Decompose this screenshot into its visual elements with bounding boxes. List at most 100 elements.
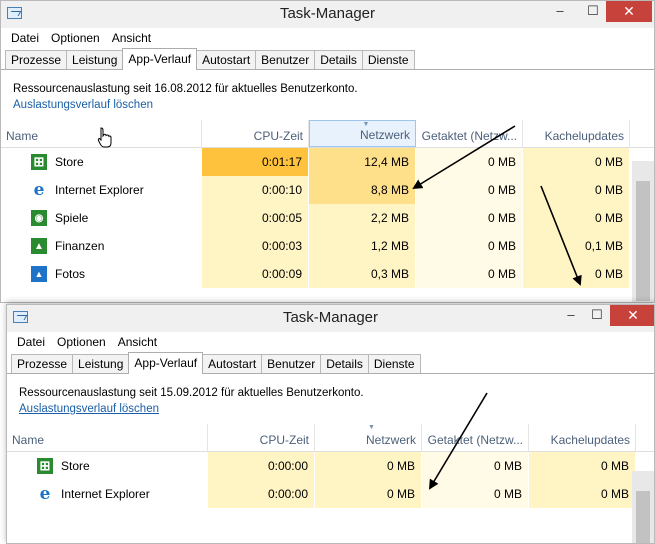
title-bar[interactable]: Task-Manager – ☐ ✕ [1,1,654,28]
cell-network: 8,8 MB [309,176,416,204]
cell-name: e Internet Explorer [1,176,202,204]
column-header-metered[interactable]: Getaktet (Netzw... [422,424,529,451]
column-header-cpu[interactable]: CPU-Zeit [202,120,309,147]
menu-datei[interactable]: Datei [11,332,51,352]
vertical-scrollbar[interactable] [632,161,654,302]
cell-tile-updates: 0 MB [529,480,636,508]
cell-tile-updates: 0 MB [523,148,630,176]
cell-network: 0 MB [315,480,422,508]
table-row[interactable]: ⊞ Store 0:01:17 12,4 MB 0 MB 0 MB [1,148,654,176]
tab-autostart[interactable]: Autostart [202,354,263,373]
cell-name: ▲ Finanzen [1,232,202,260]
cell-name: e Internet Explorer [7,480,208,508]
tab-benutzer[interactable]: Benutzer [261,354,322,373]
cell-metered: 0 MB [422,452,529,480]
tab-prozesse[interactable]: Prozesse [5,50,68,69]
cell-tile-updates: 0 MB [523,204,630,232]
title-bar[interactable]: Task-Manager – ☐ ✕ [7,305,654,332]
cell-cpu-time: 0:00:10 [202,176,309,204]
table-body: ⊞ Store 0:00:00 0 MB 0 MB 0 MB e Internet Explo… [7,452,654,508]
tab-benutzer[interactable]: Benutzer [255,50,316,69]
column-header-name[interactable]: Name [7,424,208,451]
close-button[interactable]: ✕ [610,305,654,326]
tab-bar: Prozesse Leistung App-Verlauf Autostart … [7,352,654,374]
info-panel: Ressourcenauslastung seit 15.09.2012 für… [7,374,654,424]
internet-explorer-icon: e [37,484,53,504]
menu-optionen[interactable]: Optionen [51,332,112,352]
tab-prozesse[interactable]: Prozesse [11,354,74,373]
table-row[interactable]: ▲ Fotos 0:00:09 0,3 MB 0 MB 0 MB [1,260,654,288]
tab-bar: Prozesse Leistung App-Verlauf Autostart … [1,48,654,70]
cell-metered: 0 MB [416,204,523,232]
tab-dienste[interactable]: Dienste [367,354,421,373]
close-button[interactable]: ✕ [606,1,652,22]
menu-bar: Datei Optionen Ansicht [7,332,654,352]
scrollbar-thumb[interactable] [636,491,650,543]
info-panel: Ressourcenauslastung seit 16.08.2012 für… [1,70,654,120]
column-header-metered[interactable]: Getaktet (Netzw... [416,120,523,147]
tab-autostart[interactable]: Autostart [196,50,257,69]
cell-metered: 0 MB [422,480,529,508]
task-manager-window-front: Task-Manager – ☐ ✕ Datei Optionen Ansich… [6,304,655,544]
cell-cpu-time: 0:00:05 [202,204,309,232]
clear-history-link[interactable]: Auslastungsverlauf löschen [13,99,642,111]
info-text: Ressourcenauslastung seit 16.08.2012 für… [13,83,358,95]
column-header-network-label: Netzwerk [359,128,410,142]
cell-cpu-time: 0:00:03 [202,232,309,260]
clear-history-link[interactable]: Auslastungsverlauf löschen [19,403,642,415]
table-row[interactable]: e Internet Explorer 0:00:00 0 MB 0 MB 0 MB [7,480,654,508]
column-header-network[interactable]: ▼ Netzwerk [315,424,422,451]
cell-metered: 0 MB [416,232,523,260]
column-header-tile-updates[interactable]: Kachelupdates [523,120,630,147]
cell-tile-updates: 0,1 MB [523,232,630,260]
games-icon: ◉ [31,210,47,226]
cell-tile-updates: 0 MB [529,452,636,480]
app-name: Fotos [55,267,86,281]
table-row[interactable]: ⊞ Store 0:00:00 0 MB 0 MB 0 MB [7,452,654,480]
column-header-cpu[interactable]: CPU-Zeit [208,424,315,451]
menu-ansicht[interactable]: Ansicht [106,28,157,48]
tab-app-verlauf[interactable]: App-Verlauf [128,352,204,374]
tab-leistung[interactable]: Leistung [72,354,130,373]
table-row[interactable]: ◉ Spiele 0:00:05 2,2 MB 0 MB 0 MB [1,204,654,232]
cell-tile-updates: 0 MB [523,176,630,204]
table-row[interactable]: e Internet Explorer 0:00:10 8,8 MB 0 MB 0 MB [1,176,654,204]
column-header-network-label: Netzwerk [365,433,416,447]
cell-metered: 0 MB [416,148,523,176]
store-icon: ⊞ [37,458,53,474]
app-name: Store [61,459,90,473]
table-row[interactable]: ▲ Finanzen 0:00:03 1,2 MB 0 MB 0,1 MB [1,232,654,260]
minimize-button[interactable]: – [546,1,574,22]
tab-leistung[interactable]: Leistung [66,50,124,69]
minimize-button[interactable]: – [557,305,585,326]
maximize-button[interactable]: ☐ [583,305,611,326]
app-name: Internet Explorer [55,183,144,197]
column-header-network[interactable]: ▼ Netzwerk [309,120,416,147]
app-name: Spiele [55,211,89,225]
menu-optionen[interactable]: Optionen [45,28,106,48]
scrollbar-thumb[interactable] [636,181,650,301]
column-header-name[interactable]: Name [1,120,202,147]
menu-datei[interactable]: Datei [5,28,45,48]
sort-arrow-icon: ▼ [368,424,375,431]
store-icon: ⊞ [31,154,47,170]
cell-cpu-time: 0:00:09 [202,260,309,288]
menu-ansicht[interactable]: Ansicht [112,332,163,352]
table-body: ⊞ Store 0:01:17 12,4 MB 0 MB 0 MB e Internet Ex… [1,148,654,288]
info-text: Ressourcenauslastung seit 15.09.2012 für… [19,387,364,399]
cell-name: ▲ Fotos [1,260,202,288]
tab-app-verlauf[interactable]: App-Verlauf [122,48,198,70]
maximize-button[interactable]: ☐ [579,1,607,22]
sort-arrow-icon: ▼ [362,121,370,128]
app-name: Store [55,155,84,169]
vertical-scrollbar[interactable] [632,471,654,543]
cell-name: ⊞ Store [1,148,202,176]
cell-network: 1,2 MB [309,232,416,260]
tab-dienste[interactable]: Dienste [361,50,415,69]
column-header-tile-updates[interactable]: Kachelupdates [529,424,636,451]
table-header: Name CPU-Zeit ▼ Netzwerk Getaktet (Netzw.… [1,120,654,148]
tab-details[interactable]: Details [320,354,369,373]
cell-network: 0,3 MB [309,260,416,288]
tab-details[interactable]: Details [314,50,363,69]
table-header: Name CPU-Zeit ▼ Netzwerk Getaktet (Netzw.… [7,424,654,452]
